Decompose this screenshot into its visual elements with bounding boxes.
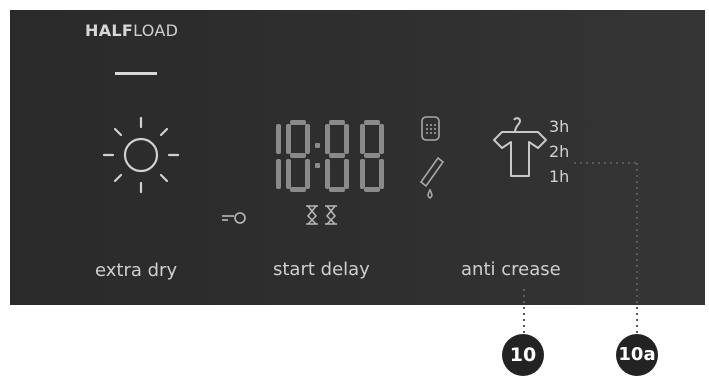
hours-1h[interactable]: 1h	[549, 164, 569, 189]
hours-2h[interactable]: 2h	[549, 139, 569, 164]
extra-dry-button[interactable]: extra dry	[95, 260, 177, 281]
halfload-label: HALFLOAD	[85, 21, 178, 40]
anti-crease-hours: 3h 2h 1h	[549, 114, 569, 189]
halfload-label-bold: HALF	[85, 21, 134, 40]
callout-10a-badge: 10a	[616, 334, 658, 376]
callout-10-badge: 10	[502, 334, 544, 376]
halfload-label-light: LOAD	[133, 21, 179, 40]
hours-3h[interactable]: 3h	[549, 114, 569, 139]
halfload-indicator	[115, 72, 157, 75]
anti-crease-button[interactable]: anti crease	[461, 259, 561, 280]
start-delay-button[interactable]: start delay	[273, 259, 370, 280]
